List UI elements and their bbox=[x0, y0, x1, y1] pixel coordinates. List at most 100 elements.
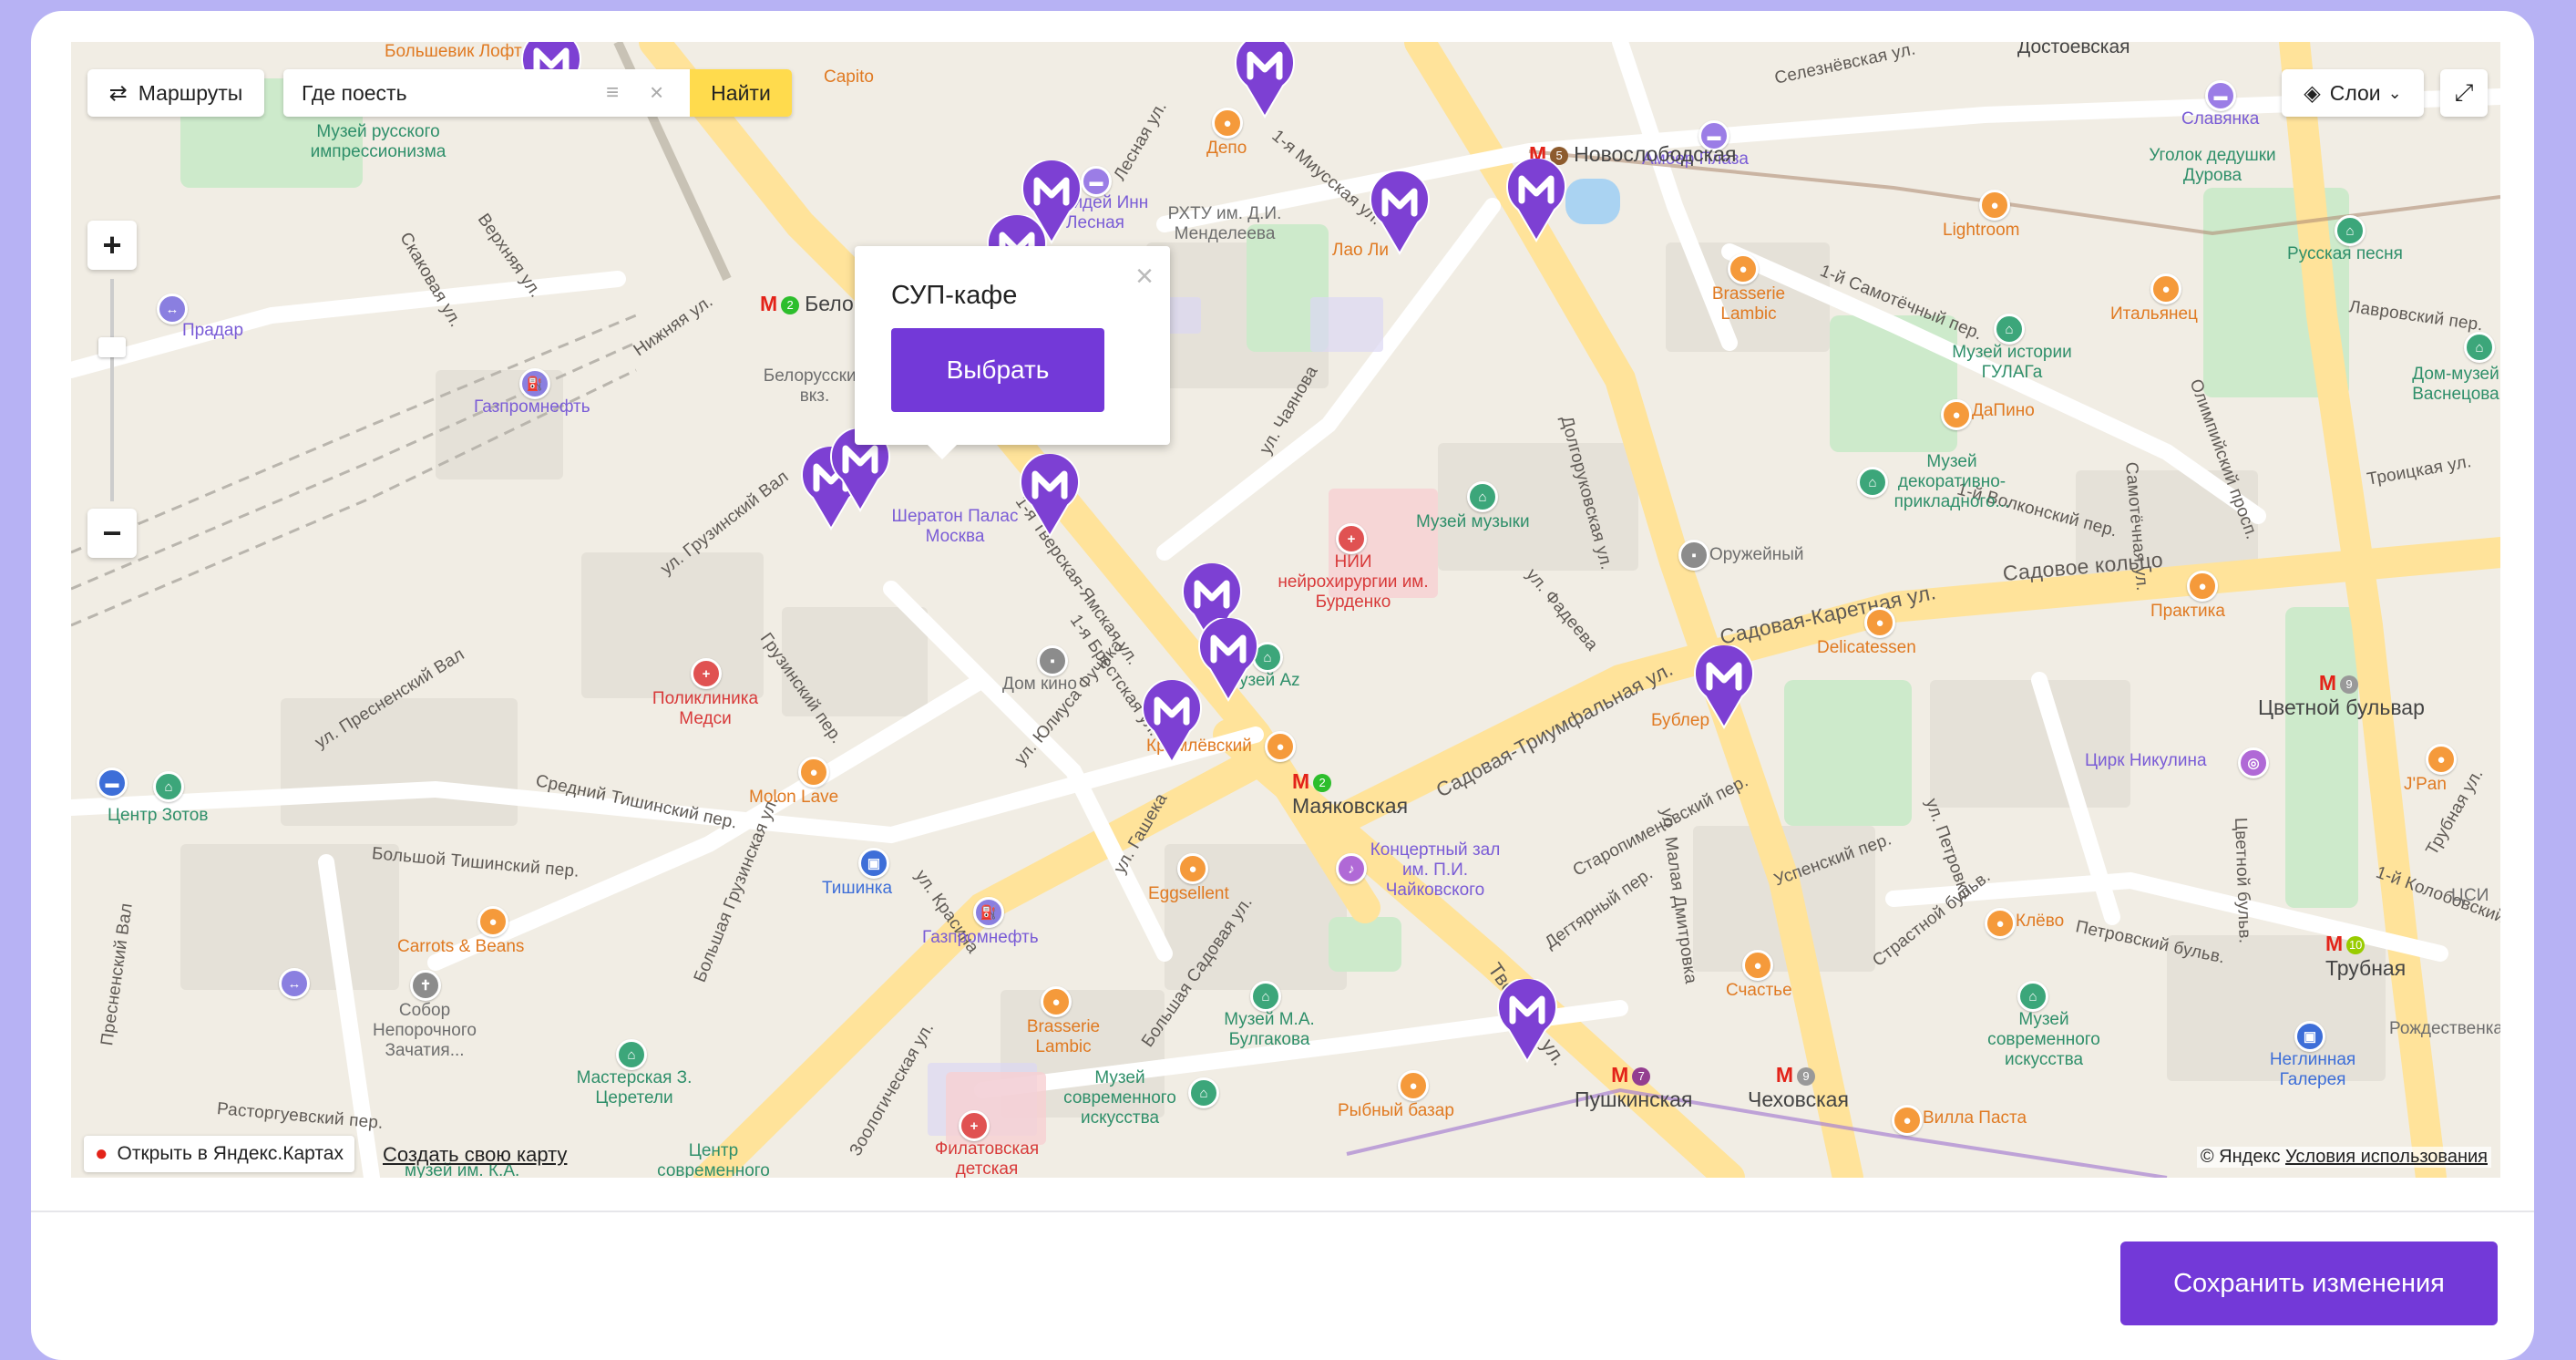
food-icon[interactable]: ● bbox=[1398, 1070, 1429, 1101]
select-button[interactable]: Выбрать bbox=[891, 328, 1104, 412]
hospital-icon[interactable]: + bbox=[1336, 523, 1367, 554]
food-icon[interactable]: ● bbox=[798, 757, 829, 788]
poi-label[interactable]: Итальянец bbox=[2110, 304, 2198, 325]
poi-label[interactable]: Центр современного bbox=[645, 1141, 782, 1178]
food-icon[interactable]: ● bbox=[1985, 908, 2016, 939]
hotel-icon[interactable]: ▬ bbox=[97, 768, 128, 798]
zoom-slider-handle[interactable] bbox=[98, 337, 126, 357]
metro-station[interactable]: M 10 Трубная bbox=[2325, 932, 2406, 981]
museum-icon[interactable]: ⌂ bbox=[1994, 314, 2025, 345]
poi-label[interactable]: Газпромнефть bbox=[922, 928, 1039, 948]
poi-label[interactable]: Клёво bbox=[2016, 912, 2064, 932]
place-marker-icon[interactable] bbox=[1693, 644, 1755, 729]
food-icon[interactable]: ● bbox=[1177, 853, 1208, 884]
food-icon[interactable]: ● bbox=[1892, 1105, 1923, 1136]
poi-label[interactable]: Депо bbox=[1206, 139, 1247, 159]
fullscreen-button[interactable]: ⤢ bbox=[2440, 69, 2488, 117]
search-button[interactable]: Найти bbox=[690, 69, 792, 117]
metro-station[interactable]: Достоевская bbox=[2017, 42, 2130, 58]
food-icon[interactable]: ● bbox=[1041, 986, 1072, 1017]
poi-label[interactable]: Оружейный bbox=[1709, 545, 1804, 565]
museum-icon[interactable]: ⌂ bbox=[2017, 981, 2048, 1012]
layers-button[interactable]: ◈ Слои ⌄ bbox=[2282, 69, 2424, 117]
metro-station[interactable]: M 2 Маяковская bbox=[1292, 769, 1408, 819]
poi-label[interactable]: Дом кино bbox=[1002, 675, 1077, 695]
hotel-icon[interactable]: ▬ bbox=[1081, 166, 1112, 197]
food-icon[interactable]: ● bbox=[2150, 273, 2181, 304]
zoom-in-button[interactable]: + bbox=[87, 221, 137, 270]
food-icon[interactable]: ● bbox=[477, 906, 508, 937]
filter-icon[interactable]: ≡ bbox=[606, 80, 619, 106]
close-icon[interactable]: × bbox=[1135, 261, 1154, 292]
poi-label[interactable]: Прадар bbox=[182, 321, 243, 341]
poi-label[interactable]: НИИ нейрохирургии им. Бурденко bbox=[1276, 552, 1431, 613]
poi-label[interactable]: Lightroom bbox=[1943, 221, 2020, 241]
poi-label[interactable]: Capito bbox=[824, 67, 874, 88]
poi-label[interactable]: Тишинка bbox=[822, 879, 892, 899]
food-icon[interactable]: ● bbox=[1728, 253, 1759, 284]
gallery-icon[interactable]: ▣ bbox=[2294, 1021, 2325, 1052]
poi-label[interactable]: РХТУ им. Д.И. Менделеева bbox=[1161, 204, 1288, 244]
poi-label[interactable]: Филатовская детская bbox=[928, 1139, 1046, 1178]
poi-label[interactable]: Мастерская З. Церетели bbox=[570, 1068, 698, 1108]
poi-label[interactable]: Русская песня bbox=[2287, 244, 2403, 264]
poi-label[interactable]: Carrots & Beans bbox=[397, 937, 524, 957]
metro-station[interactable]: M 9 Цветной бульвар bbox=[2258, 671, 2425, 720]
zoom-slider-track[interactable] bbox=[110, 279, 114, 501]
poi-label[interactable]: Музей русского импрессионизма bbox=[310, 122, 446, 162]
fuel-icon[interactable]: ⛽ bbox=[519, 368, 550, 399]
poi-label[interactable]: Eggsellent bbox=[1148, 884, 1229, 904]
hospital-icon[interactable]: + bbox=[959, 1110, 990, 1141]
poi-label[interactable]: Уголок дедушки Дурова bbox=[2140, 146, 2285, 186]
food-icon[interactable]: ● bbox=[1265, 731, 1296, 762]
museum-icon[interactable]: ⌂ bbox=[153, 771, 184, 802]
church-icon[interactable]: ✝ bbox=[410, 970, 441, 1001]
circus-icon[interactable]: ◎ bbox=[2238, 747, 2269, 778]
food-icon[interactable]: ● bbox=[2187, 571, 2218, 602]
save-changes-button[interactable]: Сохранить изменения bbox=[2120, 1242, 2498, 1325]
metro-station[interactable]: M 9 Чеховская bbox=[1748, 1063, 1849, 1112]
fuel-icon[interactable]: ⛽ bbox=[973, 897, 1004, 928]
building-icon[interactable]: ▪ bbox=[1037, 645, 1068, 676]
poi-label[interactable]: Неглинная Галерея bbox=[2258, 1050, 2367, 1090]
poi-label[interactable]: Центр Зотов bbox=[108, 806, 208, 826]
routes-button[interactable]: ⇄ Маршруты bbox=[87, 69, 264, 117]
place-marker-icon[interactable] bbox=[1496, 977, 1558, 1063]
place-marker-icon[interactable] bbox=[1019, 452, 1081, 538]
poi-label[interactable]: Музей современного искусства bbox=[1976, 1010, 2112, 1070]
museum-icon[interactable]: ⌂ bbox=[616, 1039, 647, 1070]
poi-label[interactable]: Счастье bbox=[1726, 981, 1792, 1001]
food-icon[interactable]: ● bbox=[1941, 399, 1972, 430]
building-icon[interactable]: ▪ bbox=[1678, 540, 1709, 571]
museum-icon[interactable]: ⌂ bbox=[1467, 481, 1498, 512]
food-icon[interactable]: ● bbox=[2426, 744, 2457, 775]
poi-label[interactable]: Brasserie Lambic bbox=[1699, 284, 1799, 325]
place-marker-icon[interactable] bbox=[1234, 42, 1296, 118]
bike-icon[interactable]: ↔ bbox=[157, 294, 188, 325]
place-marker-icon[interactable] bbox=[1197, 616, 1259, 702]
metro-station[interactable]: M 7 Пушкинская bbox=[1575, 1063, 1692, 1112]
food-icon[interactable]: ● bbox=[1742, 950, 1773, 981]
map-view[interactable]: Селезнёвская ул. Лесная ул. 1-я Миусская… bbox=[71, 42, 2500, 1178]
poi-label[interactable]: Практика bbox=[2150, 602, 2225, 622]
poi-label[interactable]: Музей современного искусства bbox=[1052, 1068, 1188, 1128]
poi-label[interactable]: Поликлиника Медси bbox=[641, 689, 769, 729]
museum-icon[interactable]: ⌂ bbox=[1250, 981, 1281, 1012]
poi-label[interactable]: ДаПино bbox=[1972, 401, 2035, 421]
museum-icon[interactable]: ⌂ bbox=[1188, 1077, 1219, 1108]
place-marker-icon[interactable] bbox=[1141, 678, 1203, 764]
poi-label[interactable]: Белорусский вкз. bbox=[760, 366, 869, 407]
create-map-link[interactable]: Создать свою карту bbox=[383, 1143, 567, 1167]
poi-label[interactable]: Музей декоративно-прикладного... bbox=[1879, 452, 2025, 512]
open-in-yandex-button[interactable]: ● Открыть в Яндекс.Картах bbox=[84, 1136, 354, 1172]
food-icon[interactable]: ● bbox=[1864, 607, 1895, 638]
search-input[interactable] bbox=[300, 79, 604, 107]
poi-label[interactable]: Цирк Никулина bbox=[2085, 751, 2207, 771]
terms-link[interactable]: Условия использования bbox=[2285, 1147, 2488, 1167]
poi-label[interactable]: Вилла Паста bbox=[1923, 1108, 2027, 1128]
poi-label[interactable]: Славянка bbox=[2181, 109, 2259, 129]
poi-label[interactable]: Дом-музей Васнецова bbox=[2406, 365, 2500, 405]
poi-label[interactable]: Музей М.А. Булгакова bbox=[1210, 1010, 1329, 1050]
poi-label[interactable]: Brasserie Lambic bbox=[1013, 1017, 1114, 1057]
poi-label[interactable]: Концертный зал им. П.И. Чайковского bbox=[1367, 840, 1504, 901]
